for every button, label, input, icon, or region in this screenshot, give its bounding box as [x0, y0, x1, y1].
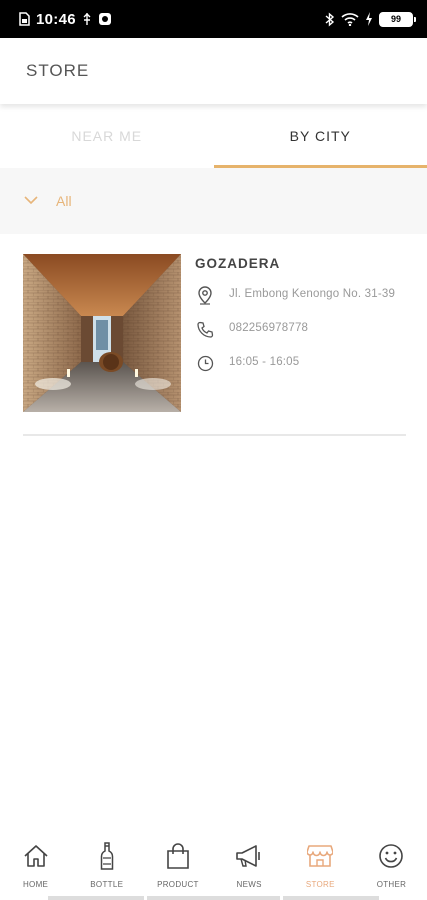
store-list-item[interactable]: GOZADERA Jl. Embong Kenongo No. 31-39 08…: [23, 254, 406, 436]
filter-label: All: [56, 193, 72, 209]
smiley-icon: [377, 842, 405, 870]
store-address-row: Jl. Embong Kenongo No. 31-39: [195, 285, 406, 305]
bluetooth-icon: [325, 11, 335, 27]
store-image: [23, 254, 181, 412]
nav-label: BOTTLE: [90, 880, 124, 889]
megaphone-icon: [235, 842, 263, 870]
location-pin-icon: [195, 285, 215, 305]
nav-label: OTHER: [376, 880, 407, 889]
nav-label: PRODUCT: [157, 880, 199, 889]
gesture-bar-segment: [48, 896, 144, 900]
notification-app-icon: [98, 12, 112, 26]
city-filter-dropdown[interactable]: All: [0, 168, 427, 234]
nav-news[interactable]: NEWS: [214, 830, 285, 900]
nav-home[interactable]: HOME: [0, 830, 71, 900]
bottom-navigation: HOME BOTTLE PRODUCT NEWS STORE OTHER: [0, 830, 427, 900]
store-phone[interactable]: 082256978778: [229, 319, 308, 335]
nav-bottle[interactable]: BOTTLE: [71, 830, 142, 900]
battery-level: 99: [379, 11, 416, 27]
chevron-down-icon: [24, 192, 38, 210]
nav-product[interactable]: PRODUCT: [142, 830, 213, 900]
status-bar: 10:46 99: [0, 0, 427, 38]
page-title: STORE: [26, 61, 90, 80]
status-time: 10:46: [36, 10, 76, 28]
phone-icon: [195, 319, 215, 339]
tab-near-me[interactable]: NEAR ME: [0, 104, 214, 168]
store-info: GOZADERA Jl. Embong Kenongo No. 31-39 08…: [195, 254, 406, 434]
store-address: Jl. Embong Kenongo No. 31-39: [229, 288, 396, 300]
wifi-icon: [341, 12, 359, 26]
clock-icon: [195, 353, 215, 373]
store-hours-row: 16:05 - 16:05: [195, 353, 406, 373]
bottle-icon: [93, 842, 121, 870]
gesture-bar-segment: [147, 896, 280, 900]
store-phone-row: 082256978778: [195, 319, 406, 339]
store-icon: [306, 842, 334, 870]
nav-label: HOME: [22, 880, 49, 889]
nav-label: NEWS: [236, 880, 262, 889]
store-name: GOZADERA: [195, 256, 281, 271]
shopping-bag-icon: [164, 842, 192, 870]
nav-store[interactable]: STORE: [285, 830, 356, 900]
gesture-bar-segment: [283, 896, 379, 900]
tab-bar: NEAR ME BY CITY: [0, 104, 427, 168]
app-bar: STORE: [0, 38, 427, 104]
charging-icon: [365, 12, 373, 26]
nav-other[interactable]: OTHER: [356, 830, 427, 900]
usb-icon: [82, 12, 92, 26]
nav-label: STORE: [305, 880, 335, 889]
store-hours: 16:05 - 16:05: [229, 356, 300, 368]
home-icon: [22, 842, 50, 870]
tab-by-city[interactable]: BY CITY: [213, 104, 427, 168]
sim-card-icon: [18, 12, 30, 26]
